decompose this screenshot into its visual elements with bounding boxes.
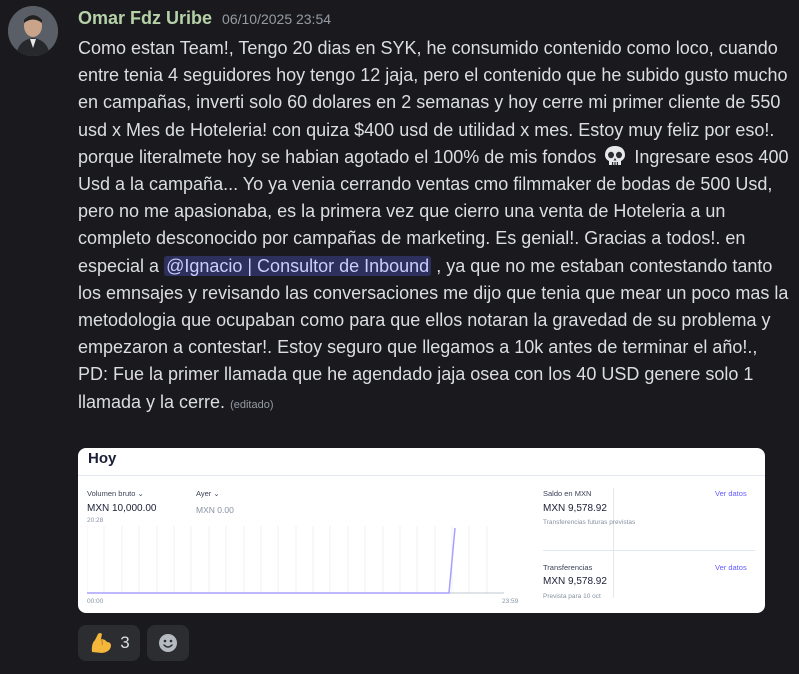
reaction-flexed-biceps[interactable]: 3 — [78, 625, 140, 661]
message-body: Como estan Team!, Tengo 20 dias en SYK, … — [78, 35, 790, 419]
user-mention[interactable]: @Ignacio | Consultor de Inbound — [164, 255, 432, 276]
time-label: 20:28 — [87, 517, 104, 524]
add-reaction-button[interactable] — [147, 625, 189, 661]
chevron-down-icon: ⌄ — [213, 489, 220, 498]
transfers-value: MXN 9,578.92 — [543, 576, 607, 587]
transfers-subtext: Prevista para 10 oct — [543, 593, 601, 600]
reaction-count: 3 — [120, 633, 130, 652]
axis-start-label: 00:00 — [87, 598, 104, 605]
flexed-biceps-icon — [92, 633, 112, 653]
yesterday-value: MXN 0.00 — [196, 505, 234, 515]
user-avatar[interactable] — [8, 6, 58, 56]
divider — [613, 488, 614, 598]
balance-label: Saldo en MXN — [543, 489, 592, 498]
add-reaction-icon — [159, 634, 177, 652]
transfers-label: Transferencias — [543, 563, 593, 572]
divider — [78, 475, 765, 476]
volume-chart — [87, 526, 504, 594]
skull-emoji-icon — [605, 145, 626, 165]
gross-volume-label: Volumen bruto ⌄ — [87, 489, 144, 498]
divider — [543, 550, 755, 551]
username[interactable]: Omar Fdz Uribe — [78, 8, 212, 29]
image-attachment[interactable]: Hoy Volumen bruto ⌄ MXN 10,000.00 20:28 … — [78, 448, 765, 613]
chevron-down-icon: ⌄ — [137, 489, 144, 498]
axis-end-label: 23:59 — [502, 598, 519, 605]
edited-label: (editado) — [230, 398, 274, 411]
message-text: , ya que no me estaban contestando tanto… — [78, 255, 789, 412]
transfers-view-link[interactable]: Ver datos — [715, 563, 747, 572]
balance-subtext: Transferencias futuras previstas — [543, 519, 636, 526]
gross-volume-value: MXN 10,000.00 — [87, 503, 157, 514]
message-timestamp: 06/10/2025 23:54 — [222, 11, 332, 27]
dashboard-title: Hoy — [88, 450, 117, 467]
balance-view-link[interactable]: Ver datos — [715, 489, 747, 498]
message-header: Omar Fdz Uribe 06/10/2025 23:54 — [78, 8, 331, 29]
yesterday-label: Ayer ⌄ — [196, 489, 220, 498]
balance-value: MXN 9,578.92 — [543, 503, 607, 514]
